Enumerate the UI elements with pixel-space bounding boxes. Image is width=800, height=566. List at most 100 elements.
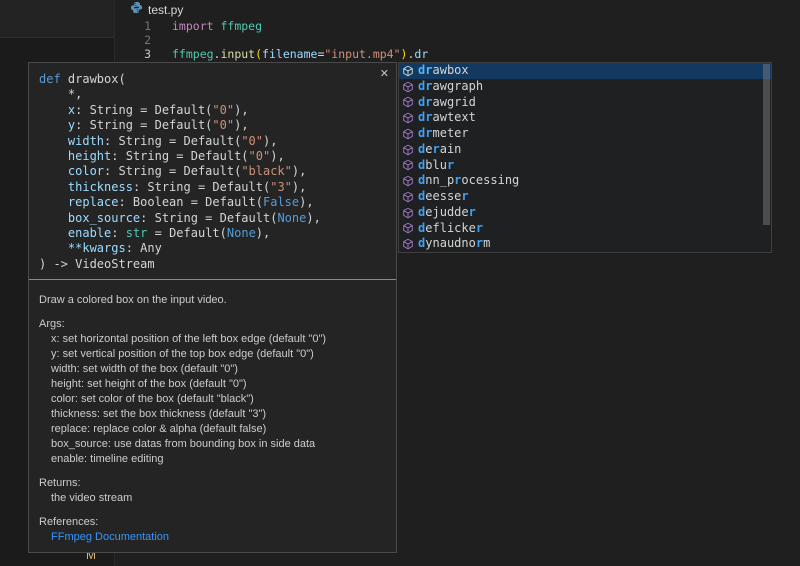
method-cube-icon — [402, 128, 414, 140]
suggest-item-label: dynaudnorm — [418, 236, 490, 252]
editor-code-line[interactable]: 3ffmpeg.input(filename="input.mp4").dr — [115, 47, 800, 61]
code-token: ) -> VideoStream — [39, 257, 155, 271]
arg-description: x: set horizontal position of the left b… — [51, 332, 386, 347]
line-content: ffmpeg.input(filename="input.mp4").dr — [151, 47, 428, 61]
suggest-item-dblur[interactable]: dblur — [399, 158, 771, 174]
method-cube-icon — [402, 96, 414, 108]
arg-description: width: set width of the box (default "0"… — [51, 362, 386, 377]
code-token: "input.mp4" — [324, 47, 400, 61]
method-cube-icon — [402, 144, 414, 156]
suggest-item-label: dnn_processing — [418, 173, 519, 189]
code-token: **kwargs — [68, 241, 126, 255]
code-token: : String = Default( — [133, 180, 270, 194]
code-token: drawbox( — [61, 72, 126, 86]
code-token — [39, 134, 68, 148]
code-token: ), — [234, 103, 248, 117]
suggest-item-dynaudnorm[interactable]: dynaudnorm — [399, 236, 771, 252]
signature-line: enable: str = Default(None), — [39, 226, 386, 241]
method-cube-icon — [402, 222, 414, 234]
code-token: filename — [262, 47, 317, 61]
line-content — [151, 33, 172, 47]
code-token: ), — [292, 180, 306, 194]
code-token: "0" — [241, 134, 263, 148]
code-token — [39, 103, 68, 117]
suggest-widget: drawboxdrawgraphdrawgriddrawtextdrmeterd… — [398, 62, 772, 253]
suggest-item-label: deesser — [418, 189, 469, 205]
args-list: x: set horizontal position of the left b… — [51, 332, 386, 467]
editor-code-line[interactable]: 1 import ffmpeg — [115, 19, 800, 33]
code-token: "0" — [212, 118, 234, 132]
code-token — [39, 226, 68, 240]
code-token: : String = Default( — [75, 103, 212, 117]
signature-line: width: String = Default("0"), — [39, 134, 386, 149]
code-token: height — [68, 149, 111, 163]
signature-line: *, — [39, 87, 386, 102]
code-token: color — [68, 164, 104, 178]
signature-line: box_source: String = Default(None), — [39, 211, 386, 226]
suggest-item-dejudder[interactable]: dejudder — [399, 205, 771, 221]
code-token: : String = Default( — [104, 164, 241, 178]
signature-line: y: String = Default("0"), — [39, 118, 386, 133]
arg-description: y: set vertical position of the top box … — [51, 347, 386, 362]
close-icon[interactable]: ✕ — [380, 68, 389, 80]
signature-line: color: String = Default("black"), — [39, 164, 386, 179]
editor-code-line[interactable]: 2 — [115, 33, 800, 47]
suggest-item-drawgrid[interactable]: drawgrid — [399, 95, 771, 111]
python-file-icon — [130, 1, 143, 19]
suggest-item-deesser[interactable]: deesser — [399, 189, 771, 205]
code-token — [39, 164, 68, 178]
references-title: References: — [39, 515, 386, 530]
suggest-item-derain[interactable]: derain — [399, 142, 771, 158]
code-token: ), — [306, 211, 320, 225]
scrollbar-thumb[interactable] — [763, 64, 770, 225]
tab-test-py[interactable]: test.py — [130, 1, 183, 18]
suggest-item-label: deflicker — [418, 221, 483, 237]
code-token: ), — [292, 164, 306, 178]
code-token: ffmpeg — [172, 47, 214, 61]
code-token: None — [227, 226, 256, 240]
method-cube-icon — [402, 207, 414, 219]
code-token: None — [277, 211, 306, 225]
suggest-item-label: drawgrid — [418, 95, 476, 111]
code-token — [39, 118, 68, 132]
code-token: ( — [255, 47, 262, 61]
suggest-item-label: derain — [418, 142, 461, 158]
method-cube-icon — [402, 81, 414, 93]
code-token: ffmpeg — [220, 19, 262, 33]
code-token: import — [172, 19, 214, 33]
code-lines[interactable]: 1 import ffmpeg 23ffmpeg.input(filename="i… — [115, 19, 800, 61]
signature-line: **kwargs: Any — [39, 241, 386, 256]
line-number[interactable]: 3 — [115, 47, 151, 61]
code-token: : String = Default( — [111, 149, 248, 163]
suggest-docs-popup: ✕ def drawbox( *, x: String = Default("0… — [28, 62, 397, 553]
code-token: ), — [299, 195, 313, 209]
vscode-window: M test.py 1import ffmpeg23ffmpeg.input(f… — [0, 0, 800, 566]
line-number[interactable]: 1 — [115, 19, 151, 33]
line-number[interactable]: 2 — [115, 33, 151, 47]
returns-title: Returns: — [39, 476, 386, 491]
suggest-item-drawtext[interactable]: drawtext — [399, 110, 771, 126]
code-token: width — [68, 134, 104, 148]
returns-value: the video stream — [51, 491, 386, 506]
method-cube-icon — [402, 65, 414, 77]
arg-description: height: set height of the box (default "… — [51, 377, 386, 392]
sidebar-section — [0, 0, 114, 38]
code-token: def — [39, 72, 61, 86]
suggest-item-label: dblur — [418, 158, 454, 174]
suggest-item-drmeter[interactable]: drmeter — [399, 126, 771, 142]
code-token: dr — [414, 47, 428, 61]
signature-line: thickness: String = Default("3"), — [39, 180, 386, 195]
docstring-body: Draw a colored box on the input video. A… — [29, 280, 396, 545]
ffmpeg-documentation-link[interactable]: FFmpeg Documentation — [51, 531, 169, 543]
suggest-item-deflicker[interactable]: deflicker — [399, 221, 771, 237]
code-token: "0" — [249, 149, 271, 163]
suggest-item-drawbox[interactable]: drawbox — [399, 63, 771, 79]
suggest-item-label: drawbox — [418, 63, 469, 79]
arg-description: box_source: use datas from bounding box … — [51, 437, 386, 452]
docstring-description: Draw a colored box on the input video. — [39, 293, 386, 308]
code-token: thickness — [68, 180, 133, 194]
code-token — [39, 180, 68, 194]
suggest-item-dnn_processing[interactable]: dnn_processing — [399, 173, 771, 189]
suggest-item-drawgraph[interactable]: drawgraph — [399, 79, 771, 95]
arg-description: thickness: set the box thickness (defaul… — [51, 407, 386, 422]
